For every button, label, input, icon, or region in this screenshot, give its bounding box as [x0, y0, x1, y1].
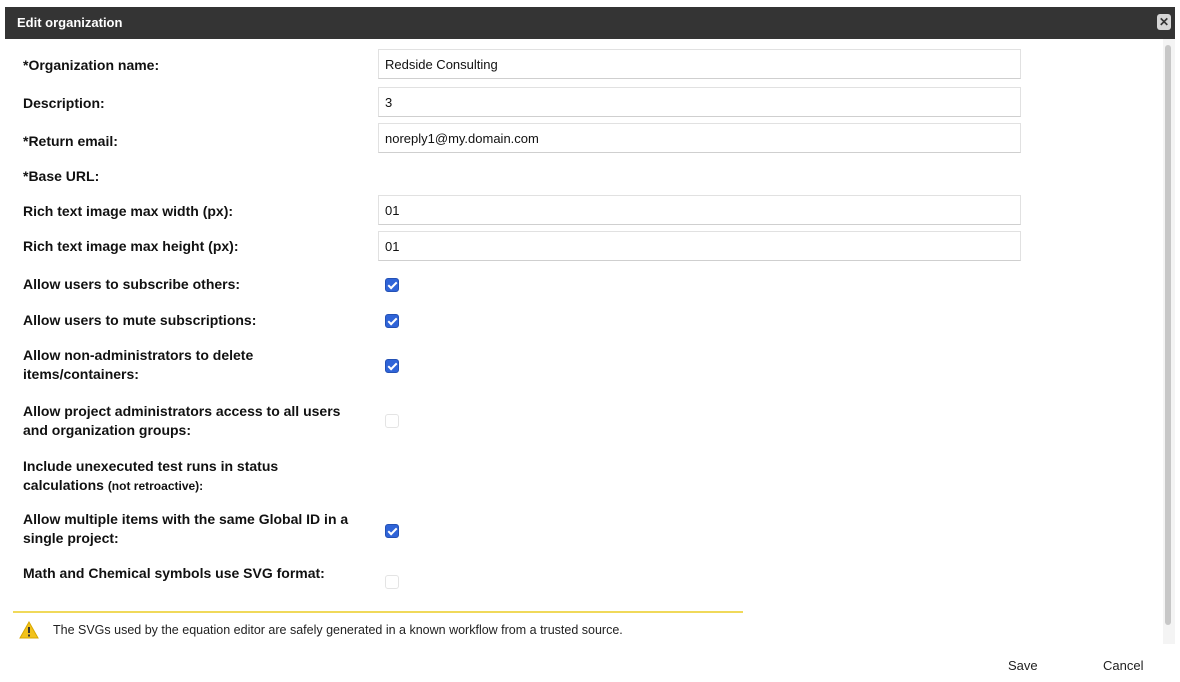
description-label: Description:	[23, 95, 105, 111]
field-max-width: Rich text image max width (px):	[5, 193, 1162, 231]
organization-name-label: *Organization name:	[23, 57, 160, 73]
multiple-global-id-checkbox[interactable]	[385, 524, 399, 538]
field-max-height: Rich text image max height (px):	[5, 231, 1162, 267]
project-admin-access-label: Allow project administrators access to a…	[23, 403, 341, 438]
max-height-input[interactable]	[378, 231, 1021, 261]
mute-subscriptions-checkbox[interactable]	[385, 314, 399, 328]
max-width-label: Rich text image max width (px):	[23, 203, 234, 219]
subscribe-others-label: Allow users to subscribe others:	[23, 276, 241, 292]
dialog-footer: Save Cancel	[5, 644, 1175, 682]
multiple-global-id-label: Allow multiple items with the same Globa…	[23, 511, 349, 546]
option-multiple-global-id: Allow multiple items with the same Globa…	[5, 503, 1162, 551]
max-height-label: Rich text image max height (px):	[23, 238, 239, 254]
field-description: Description:	[5, 81, 1162, 119]
svg-format-checkbox[interactable]	[385, 575, 399, 589]
field-base-url: *Base URL:	[5, 157, 1162, 193]
warning-icon	[19, 620, 39, 639]
field-organization-name: *Organization name:	[5, 43, 1162, 81]
nonadmin-delete-label: Allow non-administrators to delete items…	[23, 347, 254, 382]
field-return-email: *Return email:	[5, 119, 1162, 157]
max-width-input[interactable]	[378, 195, 1021, 225]
option-subscribe-others: Allow users to subscribe others:	[5, 267, 1162, 303]
dialog-title: Edit organization	[17, 15, 123, 30]
notice-text: The SVGs used by the equation editor are…	[53, 623, 623, 637]
unexecuted-runs-note: (not retroactive):	[107, 479, 204, 493]
return-email-input[interactable]	[378, 123, 1021, 153]
return-email-label: *Return email:	[23, 133, 118, 149]
edit-organization-dialog: Edit organization ✕ *Organization name: …	[0, 0, 1180, 682]
scrollbar-thumb[interactable]	[1165, 45, 1171, 625]
svg-notice: The SVGs used by the equation editor are…	[13, 611, 743, 644]
option-svg-format: Math and Chemical symbols use SVG format…	[5, 557, 1162, 605]
base-url-label: *Base URL:	[23, 168, 100, 184]
cancel-button[interactable]: Cancel	[1103, 658, 1143, 673]
description-input[interactable]	[378, 87, 1021, 117]
dialog-titlebar: Edit organization ✕	[5, 7, 1175, 39]
close-icon[interactable]: ✕	[1157, 14, 1171, 30]
mute-subscriptions-label: Allow users to mute subscriptions:	[23, 312, 257, 328]
option-project-admin-access: Allow project administrators access to a…	[5, 395, 1162, 445]
unexecuted-runs-label: Include unexecuted test runs in status c…	[23, 457, 358, 496]
nonadmin-delete-checkbox[interactable]	[385, 359, 399, 373]
project-admin-access-checkbox[interactable]	[385, 414, 399, 428]
vertical-scrollbar[interactable]	[1163, 39, 1175, 644]
option-unexecuted-runs: Include unexecuted test runs in status c…	[5, 451, 1162, 499]
svg-format-label: Math and Chemical symbols use SVG format…	[23, 565, 325, 581]
option-mute-subscriptions: Allow users to mute subscriptions:	[5, 303, 1162, 339]
organization-name-input[interactable]	[378, 49, 1021, 79]
subscribe-others-checkbox[interactable]	[385, 278, 399, 292]
dialog-content: *Organization name: Description: *Return…	[5, 39, 1162, 644]
option-nonadmin-delete: Allow non-administrators to delete items…	[5, 339, 1162, 387]
save-button[interactable]: Save	[1008, 658, 1038, 673]
